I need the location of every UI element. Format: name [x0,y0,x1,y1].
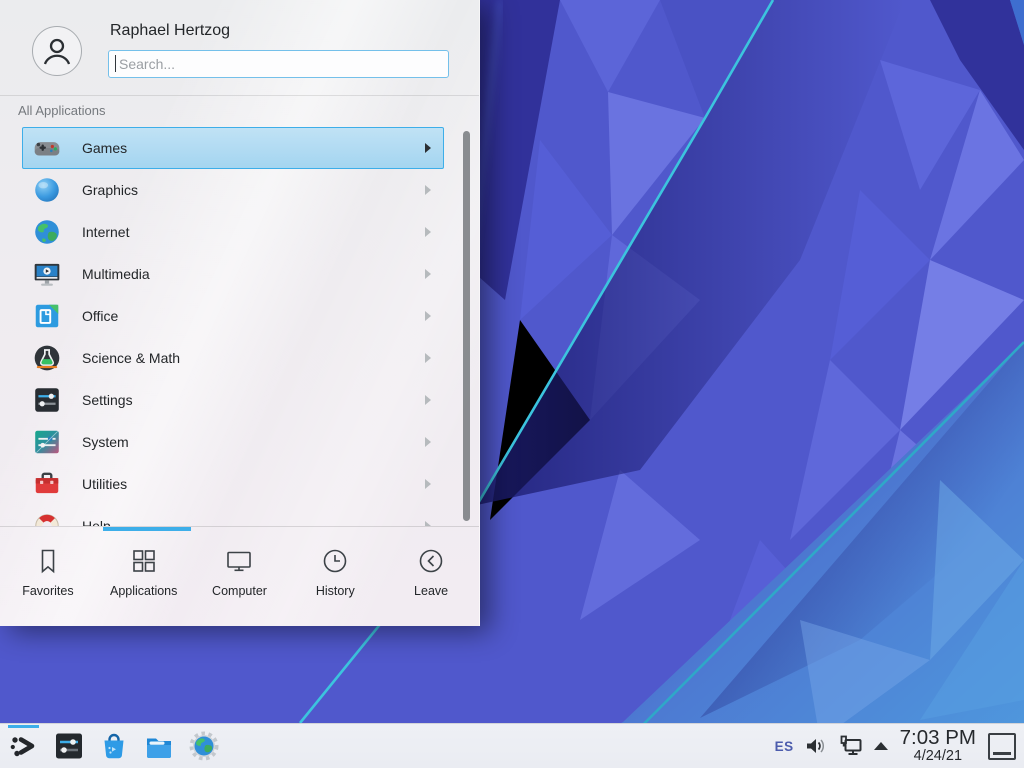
tab-label: Favorites [22,584,73,598]
bookmark-icon [33,546,63,576]
tab-label: Applications [110,584,177,598]
clock-icon [320,546,350,576]
tab-history[interactable]: History [287,537,383,625]
desktop: Raphael Hertzog All Applications [0,0,1024,768]
user-avatar[interactable] [32,26,82,76]
tab-computer[interactable]: Computer [192,537,288,625]
tab-favorites[interactable]: Favorites [0,537,96,625]
system-settings-icon [53,730,85,762]
sphere-icon [32,175,62,205]
monitor-icon [224,546,254,576]
submenu-arrow-icon [425,311,431,321]
discover-button[interactable] [97,729,131,763]
submenu-arrow-icon [425,437,431,447]
category-label: Internet [82,224,425,240]
category-multimedia[interactable]: Multimedia [22,253,444,295]
category-label: Help [82,518,425,526]
tray-expander-icon[interactable] [874,742,888,750]
web-browser-button[interactable] [187,729,221,763]
category-label: Utilities [82,476,425,492]
system-sliders-icon [32,427,62,457]
user-name: Raphael Hertzog [110,22,230,40]
submenu-arrow-icon [425,395,431,405]
grid-icon [129,546,159,576]
category-label: Games [82,140,425,156]
section-label: All Applications [18,103,105,118]
browser-globe-icon [188,730,220,762]
submenu-arrow-icon [425,143,431,153]
category-utilities[interactable]: Utilities [22,463,444,505]
tab-label: Leave [414,584,448,598]
show-desktop-button[interactable] [988,733,1016,760]
submenu-arrow-icon [425,353,431,363]
application-launcher: Raphael Hertzog All Applications [0,0,480,626]
category-label: Office [82,308,425,324]
kickoff-icon [8,730,40,762]
toolbox-icon [32,469,62,499]
tab-leave[interactable]: Leave [383,537,479,625]
category-games[interactable]: Games [22,127,444,169]
taskbar: ES 7:03 PM 4/24/21 [0,723,1024,768]
volume-icon[interactable] [804,734,828,758]
launcher-header: Raphael Hertzog [0,0,479,96]
discover-bag-icon [98,730,130,762]
tab-applications[interactable]: Applications [96,537,192,625]
category-label: Science & Math [82,350,425,366]
file-manager-button[interactable] [142,729,176,763]
document-icon [32,301,62,331]
tab-label: Computer [212,584,267,598]
network-icon[interactable] [838,734,864,758]
flask-icon [32,343,62,373]
keyboard-layout-indicator[interactable]: ES [775,739,794,754]
folder-icon [143,730,175,762]
submenu-arrow-icon [425,269,431,279]
gamepad-icon [32,133,62,163]
submenu-arrow-icon [425,479,431,489]
launcher-button[interactable] [7,729,41,763]
clock-date: 4/24/21 [900,749,976,764]
category-science-math[interactable]: Science & Math [22,337,444,379]
category-label: Settings [82,392,425,408]
active-app-indicator [8,725,39,728]
active-tab-indicator [103,527,191,531]
tab-label: History [316,584,355,598]
submenu-arrow-icon [425,185,431,195]
category-label: System [82,434,425,450]
system-settings-button[interactable] [52,729,86,763]
category-label: Graphics [82,182,425,198]
category-label: Multimedia [82,266,425,282]
system-tray: ES 7:03 PM 4/24/21 [775,728,1016,764]
globe-icon [32,217,62,247]
search-input[interactable] [108,50,449,78]
category-settings[interactable]: Settings [22,379,444,421]
submenu-arrow-icon [425,227,431,237]
text-caret [115,55,116,72]
category-office[interactable]: Office [22,295,444,337]
digital-clock[interactable]: 7:03 PM 4/24/21 [900,728,976,764]
category-graphics[interactable]: Graphics [22,169,444,211]
scrollbar-thumb[interactable] [463,131,470,521]
category-system[interactable]: System [22,421,444,463]
back-circle-icon [416,546,446,576]
media-monitor-icon [32,259,62,289]
category-list: Games Graphics [0,127,479,526]
user-icon [39,33,75,69]
category-help[interactable]: Help [22,505,444,526]
clock-time: 7:03 PM [900,728,976,749]
category-internet[interactable]: Internet [22,211,444,253]
sliders-icon [32,385,62,415]
launcher-footer: Favorites Applications [0,526,479,626]
lifebuoy-icon [32,511,62,526]
